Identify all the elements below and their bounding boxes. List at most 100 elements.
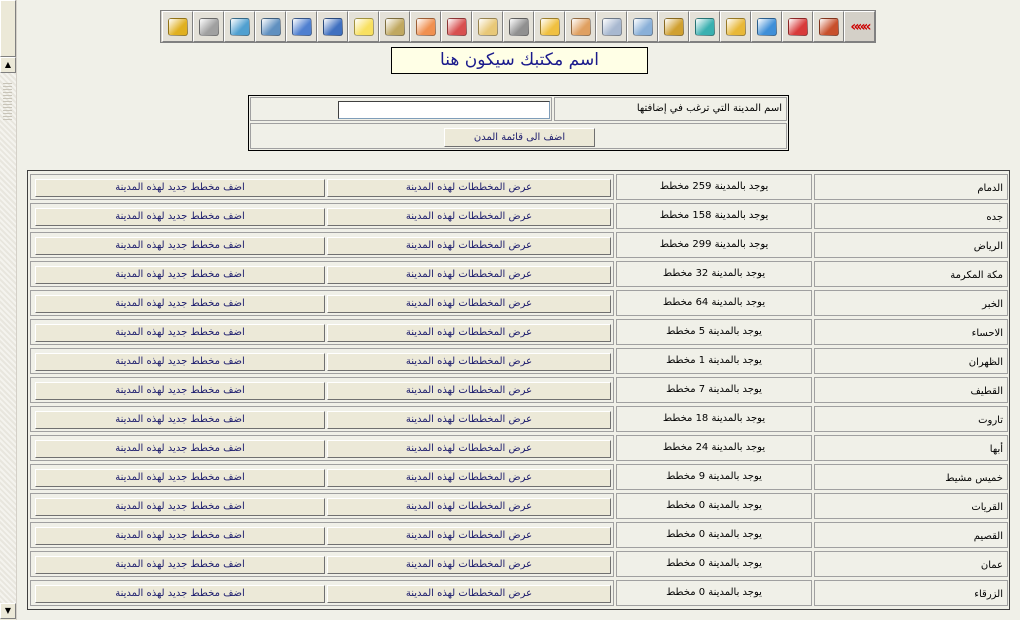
city-name: أبها [814, 435, 1008, 461]
show-plans-button[interactable]: عرض المخططات لهذه المدينة [327, 527, 611, 545]
city-name: القصيم [814, 522, 1008, 548]
note-icon [353, 17, 374, 36]
add-plan-button[interactable]: اضف مخطط جديد لهذه المدينة [35, 237, 325, 255]
edit-form-button[interactable] [441, 11, 472, 42]
users-button[interactable] [410, 11, 441, 42]
house-plan-button[interactable] [565, 11, 596, 42]
plan-count: يوجد بالمدينة 32 مخطط [616, 261, 812, 287]
city-name: الاحساء [814, 319, 1008, 345]
teal-folder-button[interactable] [689, 11, 720, 42]
drive-arrow-button[interactable] [627, 11, 658, 42]
plan-count: يوجد بالمدينة 0 مخطط [616, 580, 812, 606]
city-name: القريات [814, 493, 1008, 519]
show-plans-button[interactable]: عرض المخططات لهذه المدينة [327, 295, 611, 313]
city-name: الدمام [814, 174, 1008, 200]
row-actions: عرض المخططات لهذه المدينة اضف مخطط جديد ل… [30, 406, 614, 432]
edit-form-icon [446, 17, 467, 36]
red-folder-icon [787, 17, 808, 36]
plan-count: يوجد بالمدينة 0 مخطط [616, 522, 812, 548]
tools-button[interactable] [503, 11, 534, 42]
save-button[interactable] [286, 11, 317, 42]
import-button[interactable] [379, 11, 410, 42]
show-plans-button[interactable]: عرض المخططات لهذه المدينة [327, 382, 611, 400]
table-row: الزرقاء يوجد بالمدينة 0 مخطط عرض المخططات … [30, 580, 1008, 606]
show-plans-button[interactable]: عرض المخططات لهذه المدينة [327, 353, 611, 371]
table-row: الظهران يوجد بالمدينة 1 مخطط عرض المخططات … [30, 348, 1008, 374]
show-plans-button[interactable]: عرض المخططات لهذه المدينة [327, 440, 611, 458]
show-plans-button[interactable]: عرض المخططات لهذه المدينة [327, 208, 611, 226]
lock-icon [167, 17, 188, 36]
show-plans-button[interactable]: عرض المخططات لهذه المدينة [327, 469, 611, 487]
plan-count: يوجد بالمدينة 1 مخطط [616, 348, 812, 374]
clipboard-button[interactable] [472, 11, 503, 42]
back-button[interactable]: ««« [844, 11, 875, 42]
plan-count: يوجد بالمدينة 259 مخطط [616, 174, 812, 200]
yellow-folder-button[interactable] [720, 11, 751, 42]
printer-button[interactable] [193, 11, 224, 42]
drive-button[interactable] [596, 11, 627, 42]
add-plan-button[interactable]: اضف مخطط جديد لهذه المدينة [35, 179, 325, 197]
cubes-button[interactable] [658, 11, 689, 42]
scrollbar-thumb[interactable] [0, 0, 16, 57]
scrollbar-grip [3, 82, 12, 120]
blue-folder-button[interactable] [751, 11, 782, 42]
page-title: اسم مكتبك سيكون هنا [391, 47, 648, 74]
save-as-button[interactable] [317, 11, 348, 42]
home-button[interactable] [813, 11, 844, 42]
table-row: القصيم يوجد بالمدينة 0 مخطط عرض المخططات ل… [30, 522, 1008, 548]
red-folder-button[interactable] [782, 11, 813, 42]
table-row: عمان يوجد بالمدينة 0 مخطط عرض المخططات لهذ… [30, 551, 1008, 577]
city-name: مكة المكرمة [814, 261, 1008, 287]
vertical-scrollbar[interactable]: ▲ ▼ [0, 0, 17, 620]
table-row: القريات يوجد بالمدينة 0 مخطط عرض المخططات … [30, 493, 1008, 519]
add-plan-button[interactable]: اضف مخطط جديد لهذه المدينة [35, 469, 325, 487]
plan-count: يوجد بالمدينة 64 مخطط [616, 290, 812, 316]
table-row: مكة المكرمة يوجد بالمدينة 32 مخطط عرض المخ… [30, 261, 1008, 287]
row-actions: عرض المخططات لهذه المدينة اضف مخطط جديد ل… [30, 203, 614, 229]
plan-count: يوجد بالمدينة 9 مخطط [616, 464, 812, 490]
scroll-up-arrow-icon[interactable]: ▲ [0, 57, 16, 73]
add-plan-button[interactable]: اضف مخطط جديد لهذه المدينة [35, 556, 325, 574]
row-actions: عرض المخططات لهذه المدينة اضف مخطط جديد ل… [30, 435, 614, 461]
show-plans-button[interactable]: عرض المخططات لهذه المدينة [327, 556, 611, 574]
table-row: الدمام يوجد بالمدينة 259 مخطط عرض المخططات… [30, 174, 1008, 200]
show-plans-button[interactable]: عرض المخططات لهذه المدينة [327, 411, 611, 429]
add-plan-button[interactable]: اضف مخطط جديد لهذه المدينة [35, 440, 325, 458]
show-plans-button[interactable]: عرض المخططات لهذه المدينة [327, 498, 611, 516]
export-button[interactable] [224, 11, 255, 42]
printer-icon [198, 17, 219, 36]
lock-button[interactable] [162, 11, 193, 42]
show-plans-button[interactable]: عرض المخططات لهذه المدينة [327, 324, 611, 342]
back-icon: ««« [850, 18, 871, 35]
add-plan-button[interactable]: اضف مخطط جديد لهذه المدينة [35, 295, 325, 313]
drive-arrow-icon [632, 17, 653, 36]
scroll-down-arrow-icon[interactable]: ▼ [0, 603, 16, 619]
add-plan-button[interactable]: اضف مخطط جديد لهذه المدينة [35, 585, 325, 603]
scrollbar-track[interactable] [0, 73, 16, 603]
weather-button[interactable] [534, 11, 565, 42]
show-plans-button[interactable]: عرض المخططات لهذه المدينة [327, 179, 611, 197]
teal-folder-icon [694, 17, 715, 36]
plan-count: يوجد بالمدينة 24 مخطط [616, 435, 812, 461]
note-button[interactable] [348, 11, 379, 42]
add-plan-button[interactable]: اضف مخطط جديد لهذه المدينة [35, 382, 325, 400]
show-plans-button[interactable]: عرض المخططات لهذه المدينة [327, 585, 611, 603]
show-plans-button[interactable]: عرض المخططات لهذه المدينة [327, 266, 611, 284]
cubes-icon [663, 17, 684, 36]
network-icon [260, 17, 281, 36]
row-actions: عرض المخططات لهذه المدينة اضف مخطط جديد ل… [30, 290, 614, 316]
table-row: الرياض يوجد بالمدينة 299 مخطط عرض المخططات… [30, 232, 1008, 258]
add-plan-button[interactable]: اضف مخطط جديد لهذه المدينة [35, 324, 325, 342]
add-plan-button[interactable]: اضف مخطط جديد لهذه المدينة [35, 411, 325, 429]
add-city-button[interactable]: اضف الى قائمة المدن [444, 128, 595, 147]
table-row: الخبر يوجد بالمدينة 64 مخطط عرض المخططات ل… [30, 290, 1008, 316]
add-plan-button[interactable]: اضف مخطط جديد لهذه المدينة [35, 266, 325, 284]
show-plans-button[interactable]: عرض المخططات لهذه المدينة [327, 237, 611, 255]
add-plan-button[interactable]: اضف مخطط جديد لهذه المدينة [35, 498, 325, 516]
add-plan-button[interactable]: اضف مخطط جديد لهذه المدينة [35, 527, 325, 545]
add-plan-button[interactable]: اضف مخطط جديد لهذه المدينة [35, 208, 325, 226]
table-row: الاحساء يوجد بالمدينة 5 مخطط عرض المخططات … [30, 319, 1008, 345]
city-name-input[interactable] [338, 101, 550, 119]
add-plan-button[interactable]: اضف مخطط جديد لهذه المدينة [35, 353, 325, 371]
network-button[interactable] [255, 11, 286, 42]
